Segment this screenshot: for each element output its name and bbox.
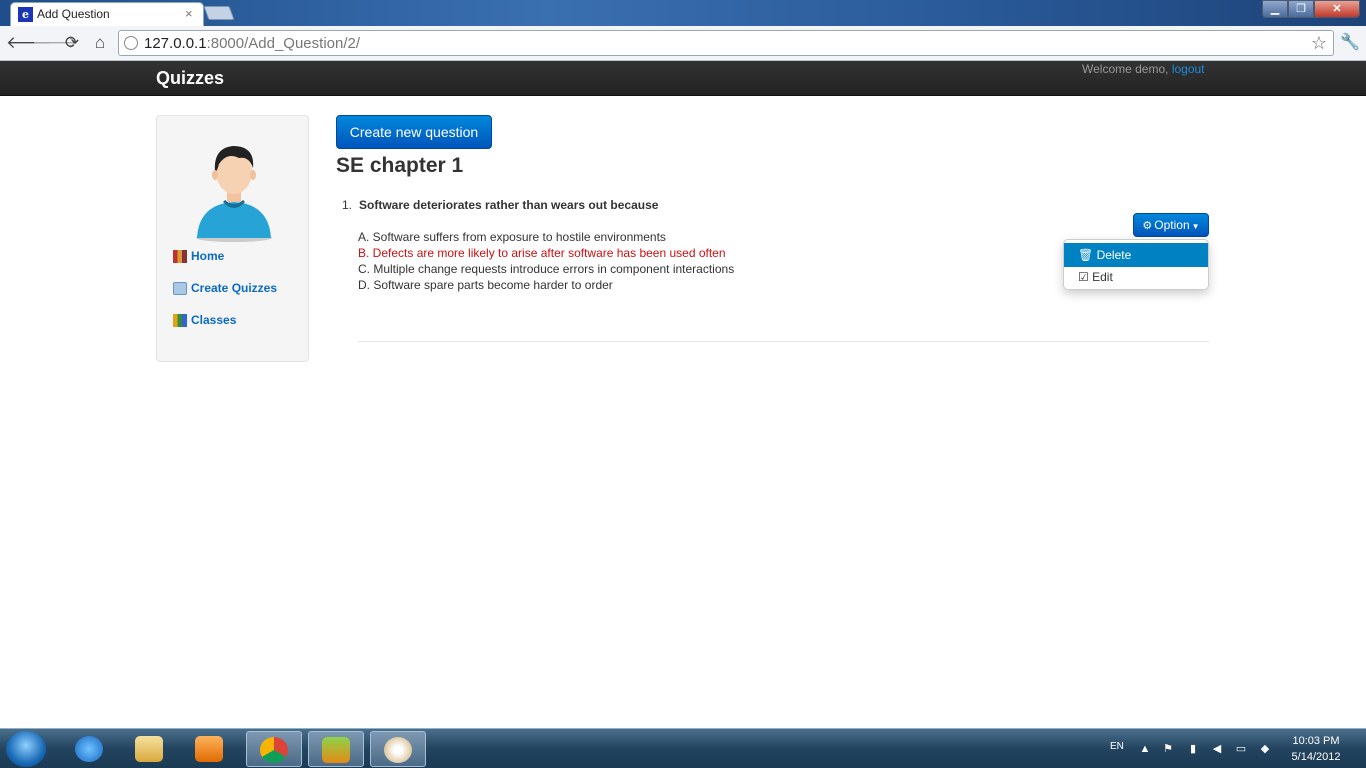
address-bar[interactable]: 127.0.0.1:8000/Add_Question/2/ ☆ bbox=[118, 30, 1334, 56]
system-clock[interactable]: 10:03 PM 5/14/2012 bbox=[1284, 733, 1348, 765]
sidebar-item-create-quizzes[interactable]: Create Quizzes bbox=[173, 281, 277, 295]
chrome-icon bbox=[260, 737, 288, 763]
answer-d: D. Software spare parts become harder to… bbox=[358, 278, 613, 292]
maximize-button[interactable]: ❐ bbox=[1288, 0, 1314, 18]
paint-palette-icon bbox=[384, 737, 412, 763]
close-window-button[interactable]: ✕ bbox=[1314, 0, 1360, 18]
chart-icon bbox=[173, 313, 187, 327]
browser-tab[interactable]: e Add Question × bbox=[10, 2, 204, 26]
browser-toolbar: 🡐 🡒 ⟳ ⌂ 127.0.0.1:8000/Add_Question/2/ ☆… bbox=[0, 26, 1366, 61]
taskbar-paint[interactable] bbox=[370, 731, 426, 767]
taskbar-ie[interactable] bbox=[62, 731, 118, 767]
taskbar-chrome[interactable] bbox=[246, 731, 302, 767]
taskbar-ide[interactable] bbox=[308, 731, 364, 767]
taskbar-explorer[interactable] bbox=[122, 731, 178, 767]
books-icon bbox=[173, 249, 187, 263]
question-text: Software deteriorates rather than wears … bbox=[359, 198, 659, 212]
folder-icon bbox=[173, 281, 187, 295]
question-divider bbox=[358, 341, 1209, 342]
dropbox-icon[interactable]: ◆ bbox=[1259, 743, 1271, 755]
answer-c: C. Multiple change requests introduce er… bbox=[358, 262, 735, 276]
trash-icon: 🗑 bbox=[1078, 248, 1094, 262]
ide-icon bbox=[322, 737, 350, 763]
windows-taskbar: EN ▲ ⚑ ▮ ◀ ▭ ◆ 10:03 PM 5/14/2012 bbox=[0, 728, 1366, 768]
clock-date: 5/14/2012 bbox=[1291, 751, 1341, 763]
edit-icon: ☑ bbox=[1078, 270, 1089, 284]
reload-icon[interactable]: ⟳ bbox=[61, 32, 83, 54]
url-text: 127.0.0.1:8000/Add_Question/2/ bbox=[144, 35, 361, 52]
brand[interactable]: Quizzes bbox=[156, 68, 224, 89]
forward-arrow-icon[interactable]: 🡒 bbox=[32, 32, 78, 54]
option-dropdown-menu: 🗑 Delete ☑ Edit bbox=[1063, 239, 1209, 290]
show-hidden-icons-icon[interactable]: ▲ bbox=[1139, 743, 1151, 755]
window-controls: ▁ ❐ ✕ bbox=[1262, 0, 1360, 18]
internet-explorer-icon bbox=[75, 736, 103, 762]
power-icon[interactable]: ▮ bbox=[1187, 743, 1199, 755]
minimize-button[interactable]: ▁ bbox=[1262, 0, 1288, 18]
menu-item-delete[interactable]: 🗑 Delete bbox=[1064, 243, 1208, 267]
start-button[interactable] bbox=[6, 731, 46, 767]
display-icon[interactable]: ▭ bbox=[1235, 743, 1247, 755]
folder-icon bbox=[135, 736, 163, 762]
volume-icon[interactable]: ◀ bbox=[1211, 743, 1223, 755]
tab-title: Add Question bbox=[37, 7, 110, 21]
back-arrow-icon[interactable]: 🡐 bbox=[6, 32, 52, 54]
caret-down-icon: ▼ bbox=[1191, 222, 1200, 231]
logout-link[interactable]: logout bbox=[1172, 62, 1205, 76]
network-icon[interactable]: ⚑ bbox=[1162, 743, 1174, 755]
menu-item-edit[interactable]: ☑ Edit bbox=[1064, 265, 1208, 289]
sidebar: Home Create Quizzes Classes bbox=[156, 115, 309, 362]
tab-close-icon[interactable]: × bbox=[185, 6, 193, 21]
option-dropdown-button[interactable]: ⚙ Option ▼ bbox=[1133, 213, 1209, 237]
media-player-icon bbox=[195, 736, 223, 762]
sidebar-item-classes[interactable]: Classes bbox=[173, 313, 236, 327]
page-title: SE chapter 1 bbox=[336, 154, 464, 177]
favicon-icon: e bbox=[18, 7, 33, 22]
taskbar-media-player[interactable] bbox=[182, 731, 238, 767]
sidebar-item-home[interactable]: Home bbox=[173, 249, 224, 263]
clock-time: 10:03 PM bbox=[1292, 735, 1340, 747]
app-navbar: Quizzes Welcome demo, logout bbox=[0, 61, 1366, 96]
language-indicator[interactable]: EN bbox=[1110, 741, 1124, 752]
welcome-text: Welcome demo, logout bbox=[1082, 62, 1205, 76]
answer-a: A. Software suffers from exposure to hos… bbox=[358, 230, 666, 244]
new-tab-button[interactable] bbox=[203, 6, 235, 20]
question-number: 1. bbox=[342, 198, 353, 212]
star-icon[interactable]: ☆ bbox=[1311, 33, 1327, 54]
wrench-icon[interactable]: 🔧 bbox=[1340, 32, 1360, 52]
answer-b: B. Defects are more likely to arise afte… bbox=[358, 246, 726, 260]
globe-icon bbox=[124, 36, 138, 50]
browser-title-bar: e Add Question × ▁ ❐ ✕ bbox=[0, 0, 1366, 26]
create-question-button[interactable]: Create new question bbox=[336, 115, 492, 149]
user-avatar-icon bbox=[196, 146, 272, 242]
gear-icon: ⚙ bbox=[1142, 220, 1153, 232]
home-icon[interactable]: ⌂ bbox=[89, 32, 111, 54]
